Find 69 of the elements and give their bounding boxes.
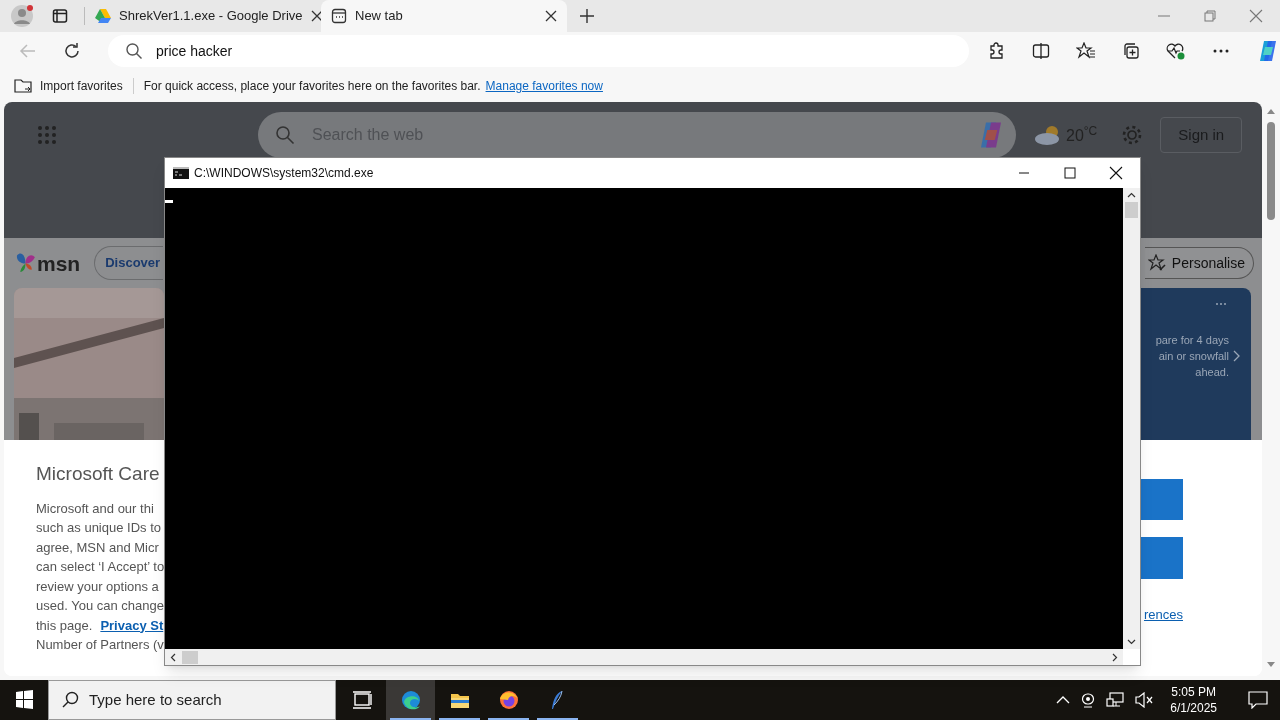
consent-text: such as unique IDs to	[36, 519, 163, 537]
scroll-right-icon[interactable]	[1112, 652, 1118, 662]
notifications-icon[interactable]	[1248, 691, 1268, 709]
heart-pulse-icon[interactable]	[1166, 42, 1186, 60]
personalise-button[interactable]: Personalise	[1145, 247, 1254, 279]
scrollbar-thumb[interactable]	[1267, 122, 1275, 220]
extensions-icon[interactable]	[988, 42, 1006, 60]
close-icon[interactable]	[1108, 165, 1124, 181]
clock[interactable]: 5:05 PM 6/1/2025	[1170, 684, 1217, 716]
muted-speaker-icon[interactable]	[1135, 692, 1154, 708]
scroll-left-icon[interactable]	[170, 652, 176, 662]
consent-text: review your options a	[36, 577, 160, 596]
favorites-hint: For quick access, place your favorites here on the favorites bar.	[143, 78, 481, 95]
new-tab-icon[interactable]	[579, 8, 595, 24]
maximize-icon[interactable]	[1062, 165, 1078, 181]
browser-tab[interactable]: New tab	[321, 0, 567, 32]
network-icon[interactable]	[1106, 692, 1125, 708]
horizontal-scrollbar[interactable]	[165, 649, 1123, 665]
scrollbar-thumb[interactable]	[182, 650, 198, 664]
folder-icon	[14, 78, 32, 94]
browser-tab[interactable]: ShrekVer1.1.exe - Google Drive	[85, 0, 321, 32]
consent-text: agree, MSN and Micr	[36, 538, 160, 557]
new-tab-page-icon	[331, 8, 347, 24]
firefox-icon	[498, 690, 519, 710]
task-view-icon	[351, 690, 372, 710]
address-bar[interactable]: price hacker	[108, 35, 969, 67]
taskbar-app-button[interactable]	[386, 680, 435, 720]
close-icon[interactable]	[545, 10, 557, 22]
taskbar-search-field[interactable]: Type here to search	[48, 680, 336, 720]
scroll-down-icon[interactable]	[1127, 639, 1136, 645]
console-app-icon	[173, 167, 189, 179]
search-icon	[125, 42, 143, 60]
chevron-right-icon	[1233, 350, 1241, 362]
split-screen-icon[interactable]	[1032, 42, 1050, 60]
vertical-scrollbar[interactable]	[1123, 188, 1140, 649]
search-icon	[62, 691, 80, 709]
edge-icon	[400, 690, 421, 710]
consent-text: can select ‘I Accept’ to	[36, 558, 165, 576]
butterfly-logo-icon	[16, 252, 35, 274]
tab-title: New tab	[355, 7, 404, 26]
preferences-link[interactable]: rences	[1143, 605, 1183, 625]
tab-actions-icon[interactable]	[52, 8, 68, 24]
weather-text: ahead.	[1195, 365, 1229, 380]
consent-text: this page.	[36, 616, 93, 635]
star-pencil-icon	[1147, 254, 1166, 272]
scrollbar-thumb[interactable]	[1125, 202, 1138, 218]
close-icon[interactable]	[310, 10, 323, 22]
consent-title: Microsoft Care	[36, 462, 161, 486]
weather-text: ain or snowfall	[1158, 349, 1229, 364]
window-title: C:\WINDOWS\system32\cmd.exe	[194, 165, 374, 182]
refresh-icon[interactable]	[63, 42, 81, 60]
chevron-up-icon[interactable]	[1056, 695, 1071, 705]
consent-text: Microsoft and our thi	[36, 499, 155, 518]
weather-text: pare for 4 days	[1155, 333, 1229, 348]
privacy-link[interactable]: Privacy St	[100, 615, 164, 635]
consent-text: used. You can change	[36, 597, 165, 615]
collections-icon[interactable]	[1122, 42, 1140, 60]
tab-title: ShrekVer1.1.exe - Google Drive	[119, 7, 303, 26]
logo-text: msn	[37, 252, 81, 274]
consent-text: Number of Partners (v	[36, 636, 165, 654]
address-text: price hacker	[156, 41, 233, 61]
webcam-icon[interactable]	[1081, 692, 1096, 708]
manage-favorites-link[interactable]: Manage favorites now	[485, 77, 603, 95]
drive-icon	[95, 9, 111, 23]
import-favorites-button[interactable]: Import favorites	[14, 77, 123, 95]
profile-icon[interactable]	[10, 4, 34, 28]
search-icon	[275, 125, 295, 145]
favorites-icon[interactable]	[1076, 42, 1096, 60]
scroll-up-icon[interactable]	[1127, 192, 1136, 198]
